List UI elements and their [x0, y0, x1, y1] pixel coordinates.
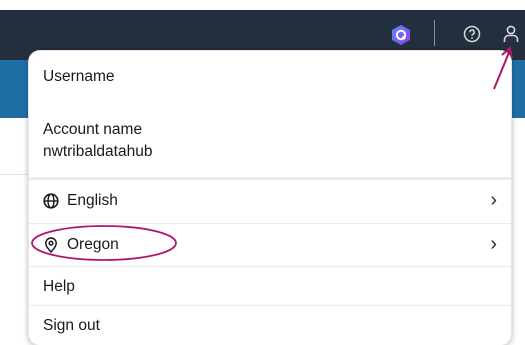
user-profile-menu: Username Account name nwtribaldatahub En…: [28, 50, 512, 345]
screen: Username Account name nwtribaldatahub En…: [0, 0, 525, 345]
language-menu-item[interactable]: English ›: [29, 180, 511, 223]
account-name-value: nwtribaldatahub: [43, 143, 153, 160]
sign-out-menu-item[interactable]: Sign out: [29, 306, 511, 345]
chevron-right-icon: ›: [490, 189, 497, 211]
account-name-label: Account name: [43, 121, 143, 138]
globe-icon: [43, 193, 59, 209]
help-circle-icon[interactable]: [463, 25, 481, 43]
user-icon[interactable]: [503, 25, 519, 43]
amazon-q-icon[interactable]: [390, 24, 412, 46]
annotation-ellipse: [31, 225, 177, 261]
annotation-arrow: [493, 46, 513, 90]
account-row: Account name nwtribaldatahub: [29, 103, 511, 177]
username-label: Username: [43, 68, 115, 85]
language-label: English: [67, 192, 118, 209]
chevron-right-icon: ›: [490, 233, 497, 255]
sign-out-label: Sign out: [43, 317, 100, 334]
help-label: Help: [43, 278, 75, 295]
nav-separator: [434, 20, 435, 46]
username-row: Username: [29, 51, 511, 103]
help-menu-item[interactable]: Help: [29, 267, 511, 305]
